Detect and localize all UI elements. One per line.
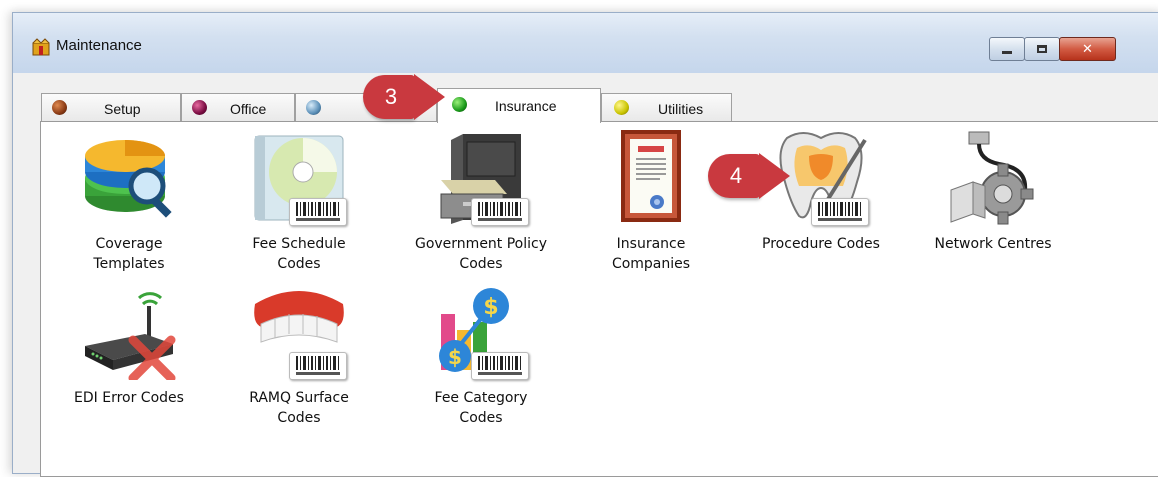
router-error-icon: [81, 284, 177, 383]
item-label: Coverage Templates: [93, 236, 165, 272]
close-icon: ✕: [1082, 41, 1093, 57]
coverage-templates-item[interactable]: Coverage Templates: [49, 130, 209, 274]
file-cabinet-icon: [433, 130, 529, 226]
item-label: Fee Category Codes: [434, 390, 528, 426]
tab-utilities[interactable]: Utilities: [601, 93, 732, 121]
coverage-templates-icon: [81, 130, 177, 226]
step-callout-3: 3: [363, 74, 445, 120]
dentures-icon: [251, 284, 347, 380]
title-bar[interactable]: Maintenance ✕: [13, 13, 1158, 73]
tab-insurance[interactable]: Insurance: [437, 88, 601, 123]
minimize-button[interactable]: [989, 37, 1025, 61]
item-label: Government Policy Codes: [414, 236, 548, 272]
item-label: Insurance Companies: [611, 236, 691, 272]
edi-error-codes-item[interactable]: EDI Error Codes: [49, 284, 209, 408]
insurance-ball-icon: [452, 97, 467, 112]
app-icon: [32, 38, 50, 56]
ramq-surface-codes-item[interactable]: RAMQ Surface Codes: [219, 284, 379, 428]
barcode-icon: [289, 352, 347, 380]
network-centres-item[interactable]: Network Centres: [913, 130, 1073, 254]
insurance-panel: Coverage Templates Fee Schedule Codes Go…: [40, 121, 1158, 477]
fee-category-icon: $ $: [433, 284, 529, 380]
item-label: Fee Schedule Codes: [252, 236, 346, 272]
item-label: EDI Error Codes: [74, 390, 184, 406]
minimize-icon: [1002, 51, 1012, 54]
tab-office[interactable]: Office: [181, 93, 295, 121]
tab-label: Utilities: [658, 101, 704, 117]
item-label: RAMQ Surface Codes: [249, 390, 349, 426]
svg-text:$: $: [483, 295, 498, 320]
close-button[interactable]: ✕: [1059, 37, 1116, 61]
government-policy-codes-item[interactable]: Government Policy Codes: [401, 130, 561, 274]
barcode-icon: [471, 352, 529, 380]
maximize-icon: [1037, 45, 1047, 53]
tab-label: Insurance: [495, 98, 557, 114]
step-callout-4: 4: [708, 153, 790, 199]
network-gear-icon: [945, 130, 1041, 226]
tab-setup[interactable]: Setup: [41, 93, 181, 121]
tab-label: Office: [230, 101, 267, 117]
setup-ball-icon: [52, 100, 67, 115]
utilities-ball-icon: [614, 100, 629, 115]
barcode-icon: [289, 198, 347, 226]
barcode-icon: [471, 198, 529, 226]
insurance-certificate-icon: [603, 130, 699, 226]
fee-category-codes-item[interactable]: $ $ Fee Category Codes: [401, 284, 561, 428]
item-label: Procedure Codes: [762, 236, 880, 252]
window-title: Maintenance: [56, 37, 142, 54]
item-label: Network Centres: [934, 236, 1052, 252]
insurance-companies-item[interactable]: Insurance Companies: [571, 130, 731, 274]
office-ball-icon: [192, 100, 207, 115]
fee-schedule-codes-item[interactable]: Fee Schedule Codes: [219, 130, 379, 274]
blue-ball-icon: [306, 100, 321, 115]
fee-schedule-icon: [251, 130, 347, 226]
barcode-icon: [811, 198, 869, 226]
tab-label: Setup: [104, 101, 141, 117]
maximize-button[interactable]: [1024, 37, 1060, 61]
svg-text:$: $: [448, 345, 462, 369]
